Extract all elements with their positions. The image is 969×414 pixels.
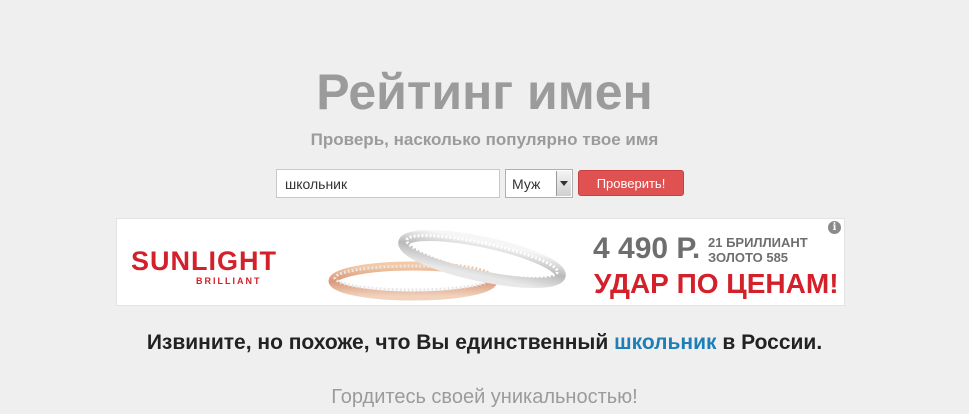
ad-feature-gold: ЗОЛОТО 585 — [708, 250, 789, 265]
chevron-down-icon[interactable] — [556, 171, 571, 196]
page-subtitle: Проверь, насколько популярно твое имя — [310, 130, 659, 149]
page-title: Рейтинг имен — [316, 64, 653, 120]
name-input[interactable] — [276, 169, 500, 198]
check-button[interactable]: Проверить! — [578, 170, 684, 196]
result-suffix: в России. — [716, 331, 823, 354]
info-icon[interactable]: i — [828, 221, 841, 234]
gender-select[interactable]: Муж — [505, 169, 573, 198]
ad-brand-logo: SUNLIGHT — [131, 246, 277, 276]
ad-banner[interactable]: SUNLIGHT BRILLIANT 4 490 Р. 21 БРИЛЛИАНТ… — [116, 218, 845, 306]
ad-brand-sub: BRILLIANT — [196, 276, 262, 286]
result-prefix: Извините, но похоже, что Вы единственный — [146, 331, 615, 354]
result-subline: Гордитесь своей уникальностью! — [331, 386, 638, 408]
result-name-link[interactable]: школьник — [614, 331, 716, 354]
rings-image — [328, 229, 566, 301]
ad-price: 4 490 Р. — [593, 232, 701, 265]
gender-select-value: Муж — [512, 176, 541, 192]
result-message: Извините, но похоже, что Вы единственный… — [0, 331, 969, 355]
ad-slogan: УДАР ПО ЦЕНАМ! — [594, 268, 839, 299]
ad-feature-diamonds: 21 БРИЛЛИАНТ — [708, 235, 808, 250]
